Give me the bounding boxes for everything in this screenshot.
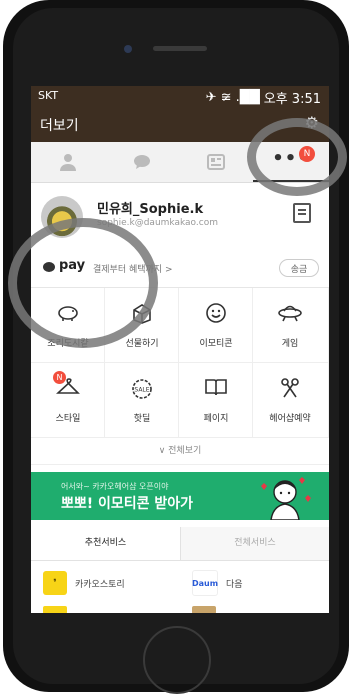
carrier-label: SKT (38, 89, 59, 102)
earpiece-speaker (153, 46, 207, 51)
grid-label: 게임 (281, 339, 299, 349)
page-title: 더보기 (40, 118, 79, 134)
grid-item-page[interactable]: 페이지 (179, 363, 253, 438)
status-right: ✈ ≆ .██ 오후 3:51 (206, 88, 321, 107)
grid-item-hairshop[interactable]: 헤어샵예약 (253, 363, 329, 438)
banner-title: 뽀뽀! 이모티콘 받아가 (61, 496, 194, 512)
news-icon (207, 154, 225, 170)
send-money-button[interactable]: 송금 (279, 259, 319, 277)
banner-subtitle: 어서와~ 카카오헤어샵 오픈이야 (61, 482, 169, 491)
grid-label: 헤어샵예약 (269, 414, 311, 424)
grid-item-hotdeal[interactable]: SALE 핫딜 (105, 363, 179, 438)
ufo-icon (253, 302, 327, 327)
grid-label: 페이지 (203, 414, 229, 424)
daum-logo-icon: Daum (192, 570, 218, 596)
service-subtabs: 추천서비스 전체서비스 (31, 527, 329, 561)
sale-tag-icon: SALE (105, 377, 179, 406)
home-button[interactable] (143, 626, 211, 694)
service-daum[interactable]: Daum 다음 (192, 568, 243, 598)
next-service-logo (192, 606, 216, 613)
tab-channel[interactable] (179, 142, 253, 182)
service-kakaostory[interactable]: ❜ 카카오스토리 (43, 568, 125, 598)
chat-bubble-icon (134, 155, 150, 169)
front-camera-icon (124, 45, 132, 53)
profile-name: 민유희_Sophie.k (97, 202, 204, 217)
tab-chats[interactable] (105, 142, 179, 182)
tab-friends[interactable] (31, 142, 105, 182)
tab-recommended[interactable]: 추천서비스 (31, 527, 180, 560)
status-icons: ✈ ≆ .██ (205, 90, 260, 105)
tab-all-services[interactable]: 전체서비스 (180, 527, 329, 560)
highlight-circle-profile (8, 218, 158, 348)
status-time: 오후 3:51 (263, 92, 321, 107)
view-all-link[interactable]: ∨ 전체보기 (31, 438, 329, 465)
grid-item-emoticon[interactable]: 이모티콘 (179, 288, 253, 363)
person-icon (60, 154, 76, 171)
grid-label: 이모티콘 (199, 339, 233, 349)
smiley-icon (179, 302, 253, 329)
svg-text:SALE: SALE (134, 387, 149, 394)
scissors-icon (253, 377, 327, 404)
status-bar: SKT ✈ ≆ .██ 오후 3:51 (31, 86, 329, 107)
grid-label: 핫딜 (133, 414, 151, 424)
grid-item-game[interactable]: 게임 (253, 288, 329, 363)
kakaostory-logo-icon: ❜ (43, 571, 67, 595)
service-label: 다음 (226, 579, 243, 590)
hanger-icon (31, 377, 105, 402)
grid-item-style[interactable]: N 스타일 (31, 363, 105, 438)
service-label: 카카오스토리 (75, 579, 125, 590)
promo-banner[interactable]: 어서와~ 카카오헤어샵 오픈이야 뽀뽀! 이모티콘 받아가 (31, 472, 329, 520)
grid-label: 스타일 (55, 414, 81, 424)
highlight-circle-more (247, 118, 347, 196)
next-service-logo (43, 606, 67, 613)
character-illustration-icon (261, 477, 311, 520)
book-icon (179, 377, 253, 402)
memo-icon[interactable] (293, 203, 311, 223)
